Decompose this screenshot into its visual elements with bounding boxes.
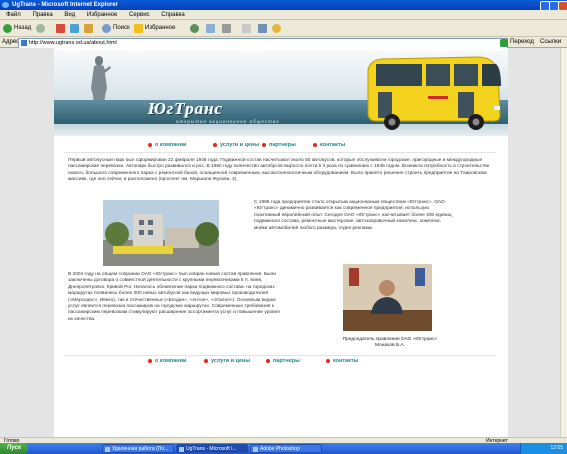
caption-name: Монахов Б.А. <box>375 343 405 348</box>
history-button[interactable] <box>190 23 199 34</box>
menu-tools[interactable]: Сервис <box>129 12 150 18</box>
back-label: Назад <box>14 25 32 31</box>
footer-nav-partners-label: партнеры <box>273 358 300 364</box>
bullet-icon <box>148 358 152 363</box>
director-photo <box>343 264 432 331</box>
forward-button[interactable] <box>36 23 45 34</box>
system-tray: 12:55 <box>520 443 567 454</box>
nav-partners[interactable]: партнеры <box>262 141 296 149</box>
menu-edit[interactable]: Правка <box>32 12 52 18</box>
bullet-icon <box>213 142 217 147</box>
back-arrow-icon <box>3 24 12 33</box>
go-arrow-icon <box>500 38 508 47</box>
bullet-icon <box>148 142 152 147</box>
star-icon <box>134 24 143 33</box>
favorites-button[interactable]: Избранное <box>134 23 175 34</box>
print-icon <box>222 24 231 33</box>
toolbar: Назад Поиск Избранное <box>0 20 567 37</box>
nav-contacts[interactable]: контакты <box>313 141 345 149</box>
company-logo[interactable]: ЮгТранс <box>148 100 348 117</box>
footer-nav-services-label: услуги и цены <box>211 358 251 364</box>
clock[interactable]: 12:55 <box>550 445 563 451</box>
menu-bar: Файл Правка Вид Избранное Сервис Справка <box>0 10 567 20</box>
footer-nav-partners[interactable]: партнеры <box>266 357 300 365</box>
task-ugtrans-ie[interactable]: UgTrans - Microsoft I... <box>176 444 248 453</box>
nav-about[interactable]: о компании <box>148 141 186 149</box>
links-button[interactable]: Ссылки <box>540 37 561 48</box>
window-titlebar: UgTrans - Microsoft Internet Explorer <box>0 0 567 11</box>
task-label: Adobe Photoshop <box>260 446 300 452</box>
footer-nav-services[interactable]: услуги и цены <box>204 357 250 365</box>
back-button[interactable]: Назад <box>3 23 31 34</box>
nav-about-label: о компании <box>155 142 187 148</box>
footer-nav-about[interactable]: о компании <box>148 357 186 365</box>
bus-image <box>367 56 501 130</box>
search-icon <box>102 24 111 33</box>
messenger-icon <box>272 24 281 33</box>
nav-services-label: услуги и цены <box>220 142 260 148</box>
task-remote-work[interactable]: Удаленная работа (По... <box>102 444 174 453</box>
search-button[interactable]: Поиск <box>102 23 130 34</box>
bullet-icon <box>204 358 208 363</box>
favorites-label: Избранное <box>145 25 176 31</box>
refresh-button[interactable] <box>70 23 79 34</box>
menu-view[interactable]: Вид <box>64 12 75 18</box>
development-paragraph: В 2004 году на общем собрании ОАО «Югтра… <box>68 272 280 322</box>
vertical-scrollbar[interactable] <box>560 48 567 437</box>
menu-file[interactable]: Файл <box>6 12 21 18</box>
forward-arrow-icon <box>36 24 45 33</box>
taskbar: Пуск Удаленная работа (По... UgTrans - M… <box>0 443 567 454</box>
print-button[interactable] <box>222 23 231 34</box>
bullet-icon <box>313 142 317 147</box>
photo-caption: Председатель правления ОАО «Югтранс» Мон… <box>330 337 450 351</box>
stop-button[interactable] <box>56 23 65 34</box>
nav-partners-label: партнеры <box>269 142 296 148</box>
bullet-icon <box>266 358 270 363</box>
task-label: UgTrans - Microsoft I... <box>186 446 237 452</box>
footer-divider <box>64 355 496 356</box>
task-icon <box>105 447 110 452</box>
nav-contacts-label: контакты <box>320 142 346 148</box>
footer-nav-contacts[interactable]: контакты <box>326 357 358 365</box>
start-button[interactable]: Пуск <box>0 443 28 454</box>
discuss-icon <box>258 24 267 33</box>
menu-help[interactable]: Справка <box>161 12 185 18</box>
ie-icon <box>2 2 9 8</box>
mail-icon <box>206 24 215 33</box>
task-icon <box>253 447 258 452</box>
mail-button[interactable] <box>206 23 215 34</box>
nav-divider <box>64 152 496 153</box>
refresh-icon <box>70 24 79 33</box>
task-label: Удаленная работа (По... <box>112 446 169 452</box>
bullet-icon <box>262 142 266 147</box>
go-label: Переход <box>510 39 534 45</box>
search-label: Поиск <box>113 25 130 31</box>
building-photo <box>103 200 219 266</box>
home-icon <box>84 24 93 33</box>
messenger-button[interactable] <box>272 23 281 34</box>
task-photoshop[interactable]: Adobe Photoshop <box>250 444 322 453</box>
stop-icon <box>56 24 65 33</box>
window-title: UgTrans - Microsoft Internet Explorer <box>12 2 119 8</box>
task-icon <box>179 447 184 452</box>
history-icon <box>190 24 199 33</box>
company-paragraph: С 1995 года предприятие стало открытым а… <box>254 200 452 231</box>
history-paragraph: Первый автобусный парк был сформирован 2… <box>68 158 490 183</box>
home-button[interactable] <box>84 23 93 34</box>
edit-button[interactable] <box>242 23 251 34</box>
bullet-icon <box>326 358 330 363</box>
go-button[interactable]: Переход <box>500 38 536 47</box>
page-icon <box>21 40 27 46</box>
menu-favorites[interactable]: Избранное <box>87 12 117 18</box>
nav-services[interactable]: услуги и цены <box>213 141 259 149</box>
address-bar: Адрес: http://www.ugtrans.od.ua/about.ht… <box>0 37 567 49</box>
footer-nav-contacts-label: контакты <box>333 358 359 364</box>
discuss-button[interactable] <box>258 23 267 34</box>
footer-nav-about-label: о компании <box>155 358 187 364</box>
address-url: http://www.ugtrans.od.ua/about.html <box>29 40 117 46</box>
edit-icon <box>242 24 251 33</box>
